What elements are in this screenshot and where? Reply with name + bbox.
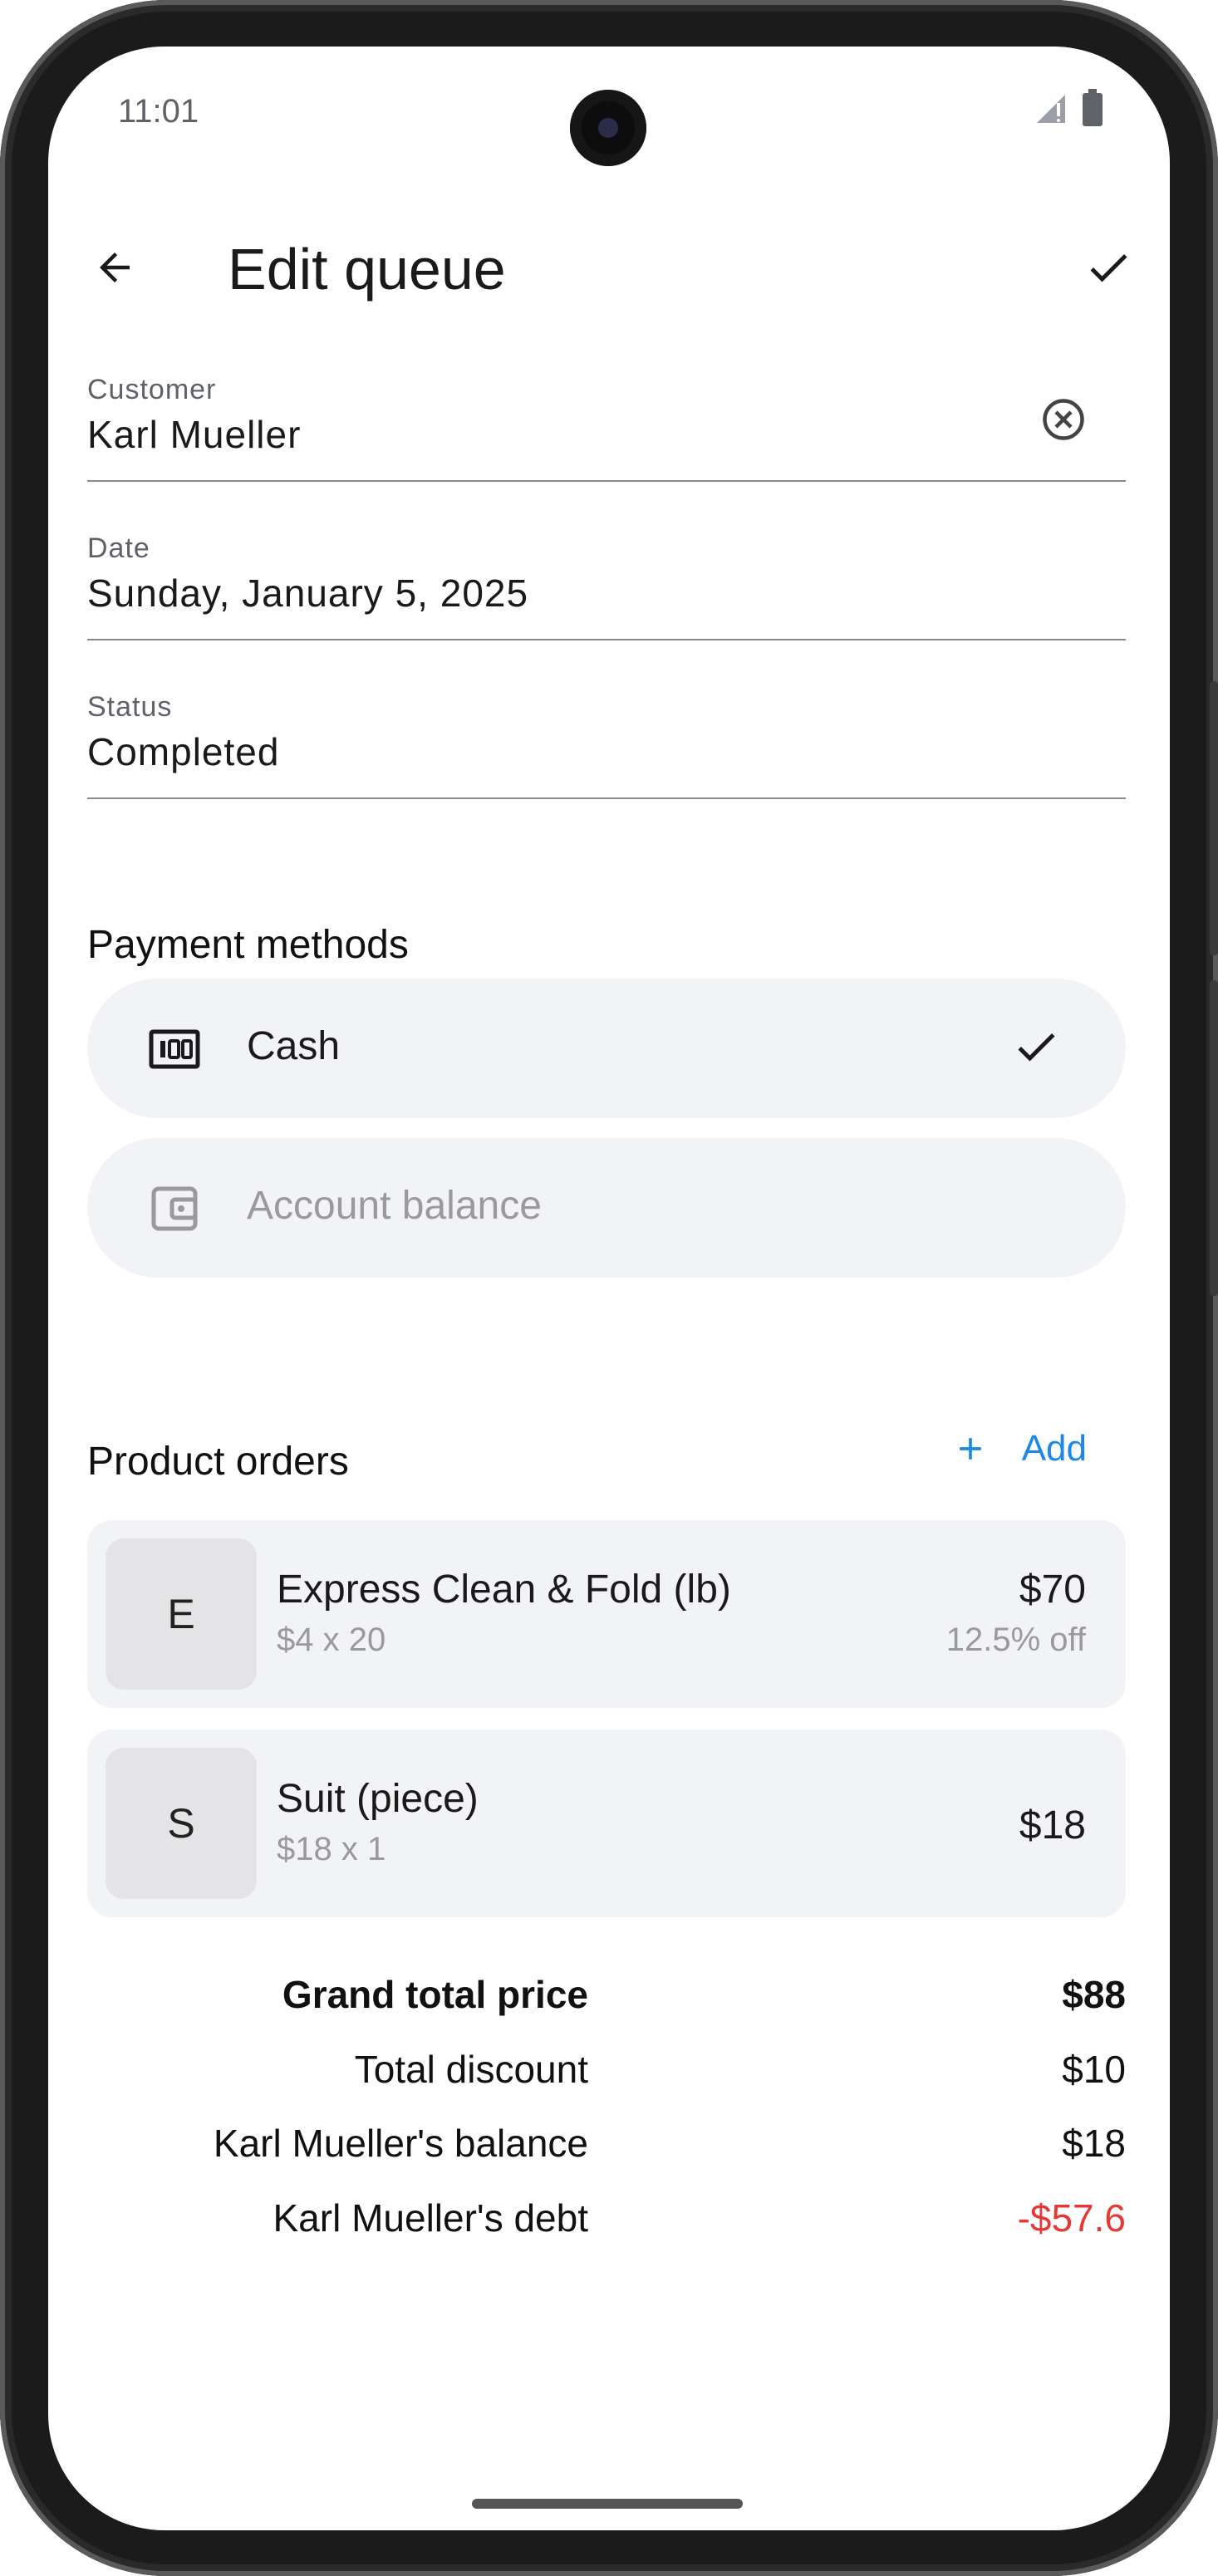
page-title: Edit queue (228, 237, 506, 302)
status-label: Status (87, 691, 173, 723)
total-discount-label: Total discount (354, 2048, 588, 2091)
check-icon (1090, 254, 1127, 282)
selected-check-icon (1009, 1020, 1063, 1073)
customer-balance-value: $18 (1062, 2122, 1126, 2165)
customer-debt-label: Karl Mueller's debt (273, 2196, 589, 2240)
arrow-back-icon (100, 253, 130, 282)
order-avatar: S (106, 1748, 257, 1899)
date-label: Date (87, 532, 150, 564)
customer-balance-label: Karl Mueller's balance (213, 2122, 588, 2165)
volume-button (1210, 980, 1218, 1296)
battery-icon (1082, 88, 1103, 131)
grand-total-value: $88 (1062, 1973, 1126, 2016)
payment-option-label: Cash (247, 1024, 341, 1068)
payment-option-cash[interactable]: Cash (87, 979, 1126, 1118)
order-item[interactable]: E Express Clean & Fold (lb) $4 x 20 $70 … (87, 1520, 1126, 1708)
top-app-bar: Edit queue (48, 221, 1170, 312)
order-discount: 12.5% off (945, 1622, 1086, 1658)
status-field[interactable]: Status Completed (87, 691, 1126, 799)
product-orders-title: Product orders (87, 1440, 349, 1484)
back-button[interactable] (85, 238, 145, 297)
payment-methods-title: Payment methods (87, 923, 409, 967)
clear-customer-button[interactable] (1038, 394, 1089, 445)
plus-icon (959, 1438, 981, 1460)
customer-label: Customer (87, 374, 217, 405)
total-discount-value: $10 (1062, 2048, 1126, 2091)
status-icons (1034, 88, 1103, 131)
customer-debt-value: -$57.6 (1017, 2196, 1126, 2240)
order-avatar: E (106, 1538, 257, 1690)
cancel-circle-icon (1043, 399, 1084, 440)
add-product-button[interactable]: Add (952, 1416, 1087, 1482)
cash-icon (149, 1023, 200, 1075)
order-detail: $4 x 20 (277, 1622, 386, 1658)
order-name: Suit (piece) (277, 1777, 479, 1821)
customer-value: Karl Mueller (87, 413, 302, 456)
save-button[interactable] (1078, 238, 1138, 297)
status-value: Completed (87, 730, 280, 773)
add-label: Add (1021, 1428, 1087, 1469)
order-detail: $18 x 1 (277, 1831, 386, 1867)
front-camera (570, 90, 646, 166)
signal-icon (1034, 91, 1067, 129)
home-indicator[interactable] (472, 2499, 743, 2509)
date-value: Sunday, January 5, 2025 (87, 572, 529, 615)
screen: 11:01 Edit queue Customer Karl Mueller D… (48, 47, 1170, 2530)
order-price: $18 (1019, 1803, 1086, 1847)
status-time: 11:01 (118, 93, 199, 130)
order-price: $70 (1019, 1568, 1086, 1612)
payment-option-label: Account balance (247, 1184, 542, 1228)
order-item[interactable]: S Suit (piece) $18 x 1 $18 (87, 1730, 1126, 1917)
customer-field[interactable]: Customer Karl Mueller (87, 374, 1126, 482)
power-button (1210, 681, 1218, 955)
grand-total-label: Grand total price (282, 1973, 588, 2016)
order-name: Express Clean & Fold (lb) (277, 1568, 731, 1612)
date-field[interactable]: Date Sunday, January 5, 2025 (87, 532, 1126, 640)
payment-option-account-balance[interactable]: Account balance (87, 1138, 1126, 1278)
wallet-icon (149, 1183, 200, 1234)
